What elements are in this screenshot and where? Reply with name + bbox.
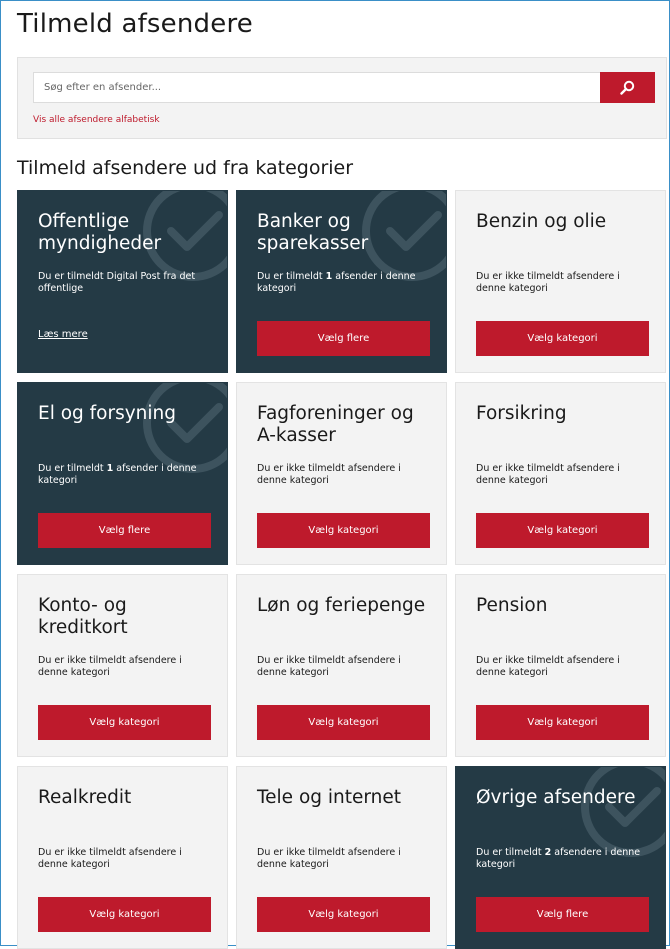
category-card: Forsikring Du er ikke tilmeldt afsendere … [455,382,666,565]
status-text-start: Du er ikke tilmeldt afsendere i denne ka… [476,463,620,486]
search-input[interactable] [33,72,600,103]
show-all-alphabetical-link[interactable]: Vis alle afsendere alfabetisk [33,115,160,125]
category-title: Øvrige afsendere [476,787,636,808]
choose-category-button[interactable]: Vælg kategori [476,513,649,548]
status-text-start: Du er ikke tilmeldt afsendere i denne ka… [257,463,401,486]
search-button[interactable] [600,72,655,103]
search-icon [620,80,635,95]
category-status-text: Du er tilmeldt Digital Post fra det offe… [38,271,213,295]
section-title: Tilmeld afsendere ud fra kategorier [17,157,354,179]
choose-category-button[interactable]: Vælg kategori [476,705,649,740]
category-title: Offentlige myndigheder [38,211,162,254]
category-card: Pension Du er ikke tilmeldt afsendere i d… [455,574,666,757]
category-status-text: Du er ikke tilmeldt afsendere i denne ka… [257,847,432,871]
page-frame: Tilmeld afsendere Vis alle afsendere alf… [0,0,670,949]
choose-category-button[interactable]: Vælg kategori [38,897,211,932]
category-card: Offentlige myndigheder Du er tilmeldt Dig… [17,190,228,373]
status-text-start: Du er ikke tilmeldt afsendere i denne ka… [476,655,620,678]
category-title: Tele og internet [257,787,402,808]
category-status-text: Du er tilmeldt 2 afsendere i denne kateg… [476,847,651,871]
category-title: Benzin og olie [476,211,607,232]
category-card: Realkredit Du er ikke tilmeldt afsendere … [17,766,228,949]
status-text-start: Du er tilmeldt [257,271,326,282]
category-status-text: Du er tilmeldt 1 afsender i denne katego… [38,463,213,487]
category-status-text: Du er ikke tilmeldt afsendere i denne ka… [476,271,651,295]
category-title: Konto- og kreditkort [38,595,128,638]
status-text-start: Du er tilmeldt Digital Post fra det offe… [38,271,196,294]
category-status-text: Du er tilmeldt 1 afsender i denne katego… [257,271,432,295]
category-card: Benzin og olie Du er ikke tilmeldt afsend… [455,190,666,373]
status-text-start: Du er ikke tilmeldt afsendere i denne ka… [257,847,401,870]
choose-more-button[interactable]: Vælg flere [257,321,430,356]
category-card: Banker og sparekasser Du er tilmeldt 1 af… [236,190,447,373]
category-title: Realkredit [38,787,132,808]
category-title: El og forsyning [38,403,177,424]
read-more-link[interactable]: Læs mere [38,329,88,340]
category-card: Fagforeninger og A-kasser Du er ikke tilm… [236,382,447,565]
choose-more-button[interactable]: Vælg flere [38,513,211,548]
status-text-start: Du er ikke tilmeldt afsendere i denne ka… [257,655,401,678]
category-title: Banker og sparekasser [257,211,369,254]
category-title: Forsikring [476,403,567,424]
category-status-text: Du er ikke tilmeldt afsendere i denne ka… [476,463,651,487]
page-title: Tilmeld afsendere [17,9,253,39]
choose-category-button[interactable]: Vælg kategori [257,513,430,548]
status-text-start: Du er tilmeldt [38,463,107,474]
category-title: Fagforeninger og A-kasser [257,403,414,446]
choose-category-button[interactable]: Vælg kategori [38,705,211,740]
category-status-text: Du er ikke tilmeldt afsendere i denne ka… [38,847,213,871]
status-text-start: Du er ikke tilmeldt afsendere i denne ka… [38,655,182,678]
choose-more-button[interactable]: Vælg flere [476,897,649,932]
category-status-text: Du er ikke tilmeldt afsendere i denne ka… [476,655,651,679]
category-card: Tele og internet Du er ikke tilmeldt afse… [236,766,447,949]
category-title: Løn og feriepenge [257,595,426,616]
category-status-text: Du er ikke tilmeldt afsendere i denne ka… [257,655,432,679]
category-card: Løn og feriepenge Du er ikke tilmeldt afs… [236,574,447,757]
category-title: Pension [476,595,548,616]
choose-category-button[interactable]: Vælg kategori [257,897,430,932]
status-text-start: Du er ikke tilmeldt afsendere i denne ka… [476,271,620,294]
category-status-text: Du er ikke tilmeldt afsendere i denne ka… [38,655,213,679]
status-text-start: Du er ikke tilmeldt afsendere i denne ka… [38,847,182,870]
category-card: Øvrige afsendere Du er tilmeldt 2 afsende… [455,766,666,949]
status-text-start: Du er tilmeldt [476,847,545,858]
search-panel: Vis alle afsendere alfabetisk [17,57,667,139]
choose-category-button[interactable]: Vælg kategori [476,321,649,356]
choose-category-button[interactable]: Vælg kategori [257,705,430,740]
category-card: Konto- og kreditkort Du er ikke tilmeldt … [17,574,228,757]
category-card: El og forsyning Du er tilmeldt 1 afsender… [17,382,228,565]
category-status-text: Du er ikke tilmeldt afsendere i denne ka… [257,463,432,487]
